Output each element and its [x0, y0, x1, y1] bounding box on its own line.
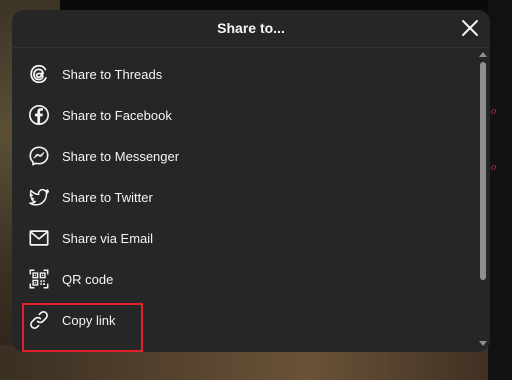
- dialog-header: Share to...: [12, 10, 490, 48]
- background-decoration: ℴ: [490, 158, 497, 173]
- share-email-item[interactable]: Share via Email: [12, 218, 480, 259]
- messenger-icon: [29, 146, 49, 166]
- share-twitter-item[interactable]: Share to Twitter: [12, 177, 480, 218]
- copy-link-highlight-box: [22, 303, 143, 352]
- qr-code-icon: [29, 269, 49, 289]
- share-options-list: Share to Threads Share to Facebook Share…: [12, 54, 480, 341]
- share-dialog: Share to... Share to Threads Share to Fa…: [12, 10, 490, 352]
- share-twitter-label: Share to Twitter: [62, 190, 153, 205]
- dialog-title: Share to...: [217, 20, 285, 36]
- close-icon[interactable]: [460, 18, 480, 38]
- threads-icon: [30, 64, 47, 84]
- background-text: [228, 0, 388, 10]
- share-messenger-label: Share to Messenger: [62, 149, 180, 164]
- share-facebook-item[interactable]: Share to Facebook: [12, 95, 480, 136]
- scrollbar-thumb[interactable]: [480, 62, 486, 280]
- share-messenger-item[interactable]: Share to Messenger: [12, 136, 480, 177]
- share-threads-label: Share to Threads: [62, 67, 163, 82]
- scroll-down-arrow-icon[interactable]: [478, 340, 488, 348]
- email-icon: [29, 230, 49, 246]
- share-email-label: Share via Email: [62, 231, 154, 246]
- twitter-icon: [29, 188, 50, 206]
- background-right: [488, 0, 512, 380]
- qr-code-label: QR code: [62, 272, 114, 287]
- facebook-icon: [29, 105, 49, 125]
- scroll-up-arrow-icon[interactable]: [478, 50, 488, 58]
- share-threads-item[interactable]: Share to Threads: [12, 54, 480, 95]
- share-facebook-label: Share to Facebook: [62, 108, 172, 123]
- qr-code-item[interactable]: QR code: [12, 259, 480, 300]
- background-decoration: ℴ: [490, 102, 497, 117]
